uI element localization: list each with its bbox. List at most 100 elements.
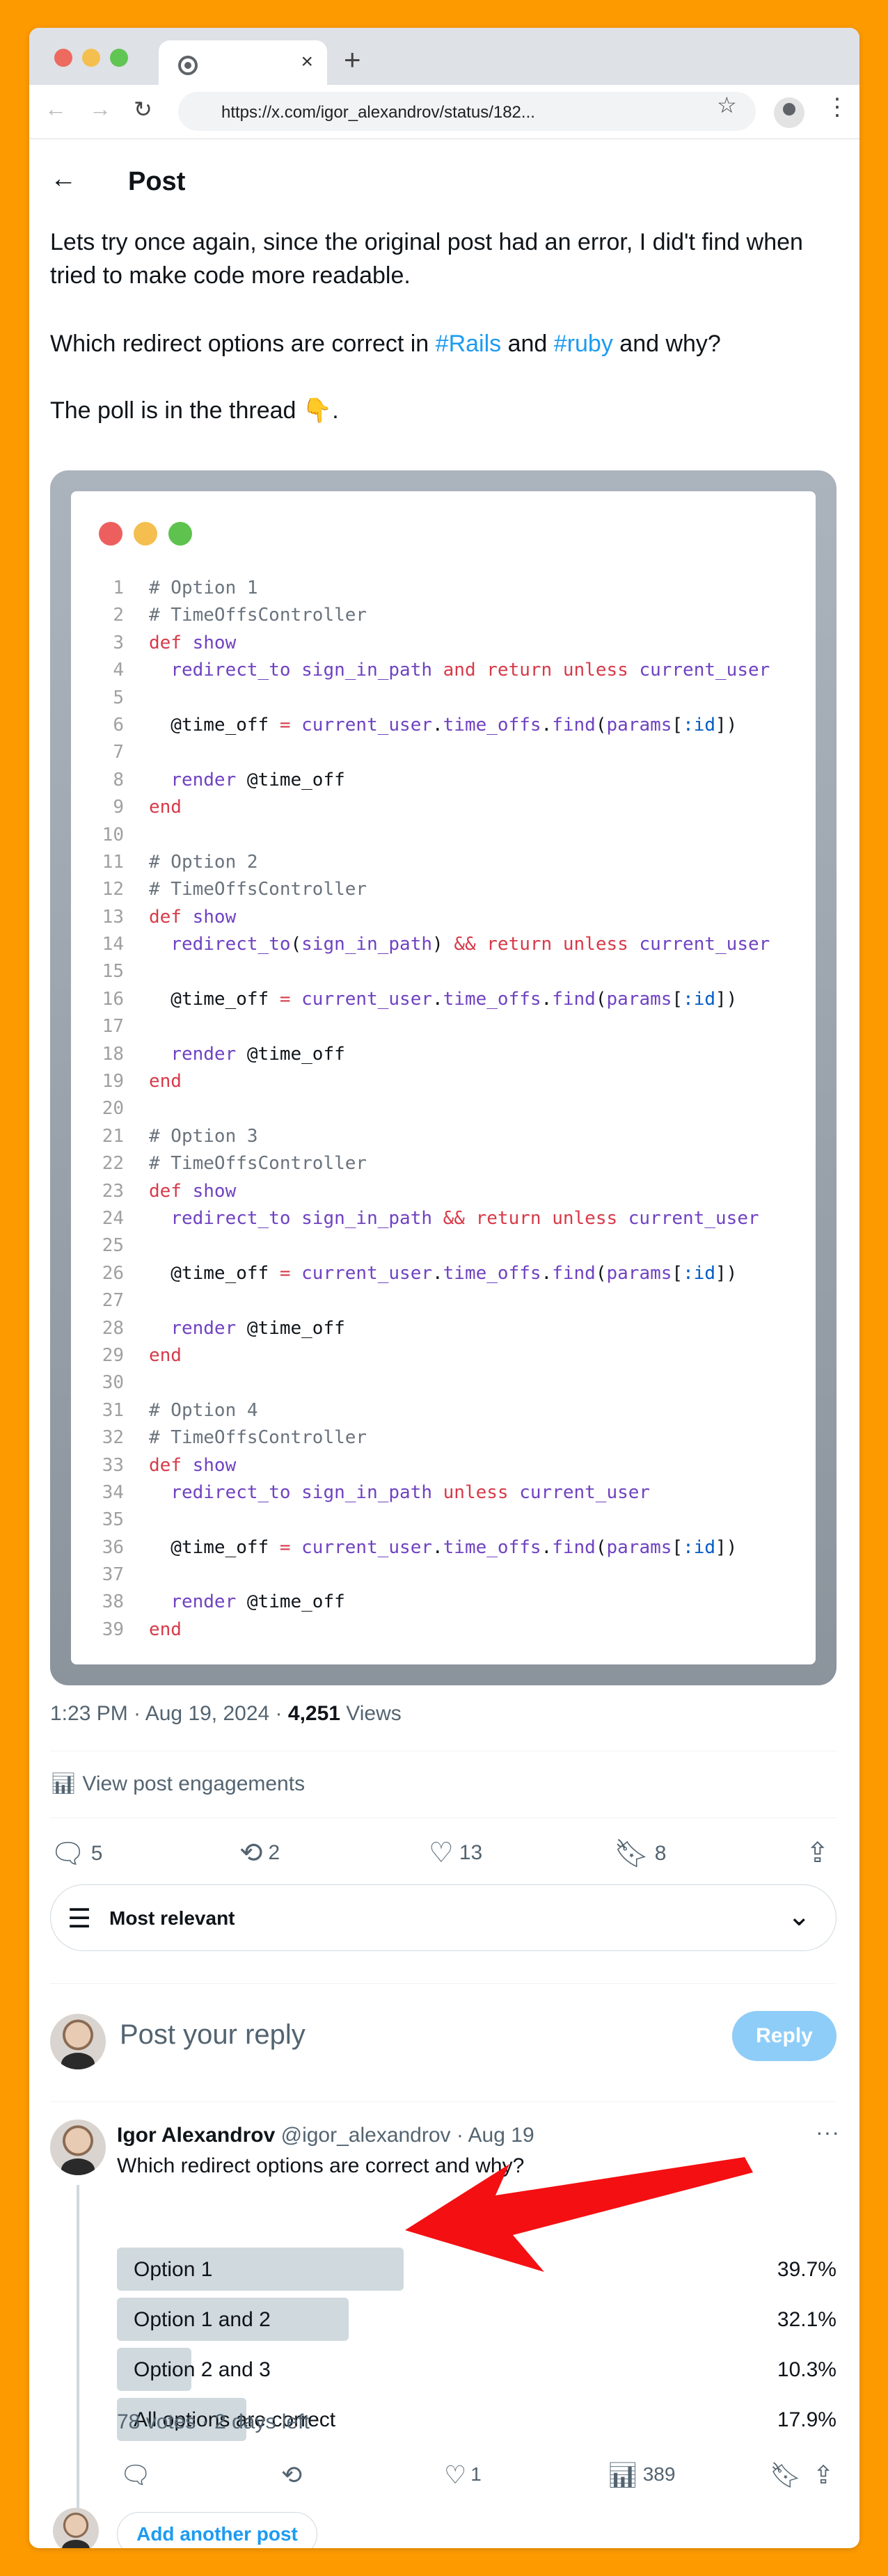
avatar[interactable]: [53, 2508, 99, 2548]
line-number: 14: [102, 934, 124, 955]
add-another-post-button[interactable]: Add another post: [117, 2512, 317, 2548]
line-code: @time_off = current_user.time_offs.find(…: [149, 1536, 738, 1558]
line-number: 16: [102, 988, 124, 1010]
repost-button[interactable]: ⟲ 2: [239, 1837, 280, 1869]
code-line: 36 @time_off = current_user.time_offs.fi…: [71, 1534, 816, 1561]
maximize-window-button[interactable]: [110, 49, 128, 67]
back-arrow-icon[interactable]: ←: [45, 96, 67, 122]
poll-votes: 78 votes · 2 days left: [117, 2410, 310, 2433]
code-line: 16 @time_off = current_user.time_offs.fi…: [71, 986, 816, 1013]
post-actions: 🗨︎ 5 ⟲ 2 ♡ 13 🔖︎ 8 ⇪: [50, 1837, 837, 1879]
thread-line: [77, 2185, 79, 2525]
line-number: 27: [102, 1290, 124, 1312]
line-code: render @time_off: [171, 1043, 345, 1065]
reply-icon: 🗨︎: [120, 2460, 152, 2489]
tweet-paragraph-2: Which redirect options are correct in #R…: [50, 327, 721, 360]
minimize-window-button[interactable]: [82, 49, 100, 67]
close-tab-icon[interactable]: ×: [301, 50, 313, 74]
back-arrow-icon[interactable]: ←: [50, 164, 77, 194]
line-code: def show: [149, 1180, 237, 1202]
line-code: # TimeOffsController: [149, 605, 367, 626]
line-code: # TimeOffsController: [149, 1427, 367, 1449]
analytics-icon: 📊︎: [50, 1772, 83, 1795]
bookmark-icon: 🔖︎: [614, 1838, 649, 1869]
poll-repost-button[interactable]: ⟲: [281, 2460, 306, 2490]
url-field[interactable]: https://x.com/igor_alexandrov/status/182…: [178, 92, 756, 131]
sort-label: Most relevant: [109, 1907, 235, 1929]
line-number: 1: [113, 578, 124, 598]
line-number: 11: [102, 851, 124, 873]
reply-submit-button[interactable]: Reply: [732, 2011, 837, 2061]
line-code: # TimeOffsController: [149, 879, 367, 900]
code-line: 19 end: [71, 1068, 816, 1095]
reply-input[interactable]: Post your reply: [120, 2019, 306, 2051]
reload-icon[interactable]: ↻: [134, 96, 152, 122]
code-line: 10: [71, 822, 816, 849]
browser-menu-icon[interactable]: ⋮: [825, 93, 849, 121]
forward-arrow-icon[interactable]: →: [89, 96, 111, 122]
poll-like-button[interactable]: ♡ 1: [444, 2460, 482, 2490]
line-number: 33: [102, 1454, 124, 1476]
line-number: 18: [102, 1043, 124, 1065]
bookmark-star-icon[interactable]: ☆: [717, 92, 737, 118]
heart-icon: ♡: [429, 1838, 454, 1868]
code-line: 26 @time_off = current_user.time_offs.fi…: [71, 1260, 816, 1287]
poll-option-label: Option 1: [134, 2258, 213, 2281]
share-button[interactable]: ⇪: [806, 1837, 835, 1869]
tweet-paragraph-3: The poll is in the thread 👇.: [50, 397, 339, 424]
code-line: 38 render @time_off: [71, 1589, 816, 1616]
code-line: 39 end: [71, 1616, 816, 1644]
profile-icon[interactable]: [774, 97, 804, 128]
line-code: def show: [149, 1454, 237, 1476]
close-window-button[interactable]: [54, 49, 72, 67]
like-button[interactable]: ♡ 13: [429, 1837, 482, 1869]
hashtag-rails[interactable]: #Rails: [436, 331, 501, 357]
author-line: Igor Alexandrov @igor_alexandrov · Aug 1…: [117, 2124, 534, 2147]
reply-button[interactable]: 🗨︎ 5: [50, 1837, 102, 1870]
line-code: def show: [149, 632, 237, 653]
line-number: 5: [113, 687, 124, 708]
hashtag-ruby[interactable]: #ruby: [554, 331, 613, 357]
analytics-icon: 📊︎: [607, 2460, 639, 2489]
avatar[interactable]: [50, 2014, 106, 2069]
code-line: 8 render @time_off: [71, 767, 816, 794]
code-line: 11 # Option 2: [71, 849, 816, 876]
tab-bar: × +: [29, 28, 859, 85]
more-options-icon[interactable]: ···: [816, 2120, 840, 2145]
sort-replies-dropdown[interactable]: ☰ Most relevant ⌄: [50, 1884, 837, 1951]
line-number: 21: [102, 1125, 124, 1147]
poll-reply-button[interactable]: 🗨︎: [120, 2460, 156, 2490]
line-number: 32: [102, 1427, 124, 1449]
line-code: @time_off = current_user.time_offs.find(…: [149, 714, 738, 736]
share-icon: ⇪: [813, 2460, 834, 2489]
line-code: end: [149, 797, 182, 818]
post-meta: 1:23 PM · Aug 19, 2024 · 4,251 Views: [50, 1702, 402, 1726]
line-code: @time_off = current_user.time_offs.find(…: [149, 1262, 738, 1284]
bookmark-button[interactable]: 🔖︎ 8: [614, 1837, 666, 1870]
line-code: render @time_off: [171, 1591, 345, 1613]
line-number: 15: [102, 961, 124, 983]
line-number: 24: [102, 1207, 124, 1229]
code-line: 31 # Option 4: [71, 1397, 816, 1424]
author-avatar[interactable]: [50, 2120, 106, 2175]
line-number: 8: [113, 769, 124, 790]
new-tab-button[interactable]: +: [344, 43, 361, 77]
author-handle[interactable]: @igor_alexandrov · Aug 19: [275, 2124, 534, 2147]
views-count: 4,251: [287, 1702, 340, 1725]
poll-share-button[interactable]: ⇪: [813, 2460, 838, 2490]
view-engagements-link[interactable]: 📊︎ View post engagements: [50, 1772, 305, 1796]
poll-views-button[interactable]: 📊︎ 389: [607, 2460, 675, 2490]
author-name[interactable]: Igor Alexandrov: [117, 2124, 275, 2147]
code-line: 32 # TimeOffsController: [71, 1424, 816, 1452]
line-number: 38: [102, 1591, 124, 1613]
line-code: render @time_off: [171, 769, 345, 790]
code-line: 5: [71, 685, 816, 712]
code-line: 27: [71, 1287, 816, 1314]
poll-views-count: 389: [642, 2463, 676, 2485]
browser-tab[interactable]: ×: [159, 40, 327, 85]
code-line: 7: [71, 739, 816, 766]
poll-bookmark-button[interactable]: 🔖︎: [770, 2460, 806, 2490]
post-timestamp[interactable]: 1:23 PM · Aug 19, 2024 ·: [50, 1702, 288, 1725]
line-number: 23: [102, 1180, 124, 1202]
code-image[interactable]: 1 # Option 1 2 # TimeOffsController 3 def sho…: [50, 470, 837, 1685]
